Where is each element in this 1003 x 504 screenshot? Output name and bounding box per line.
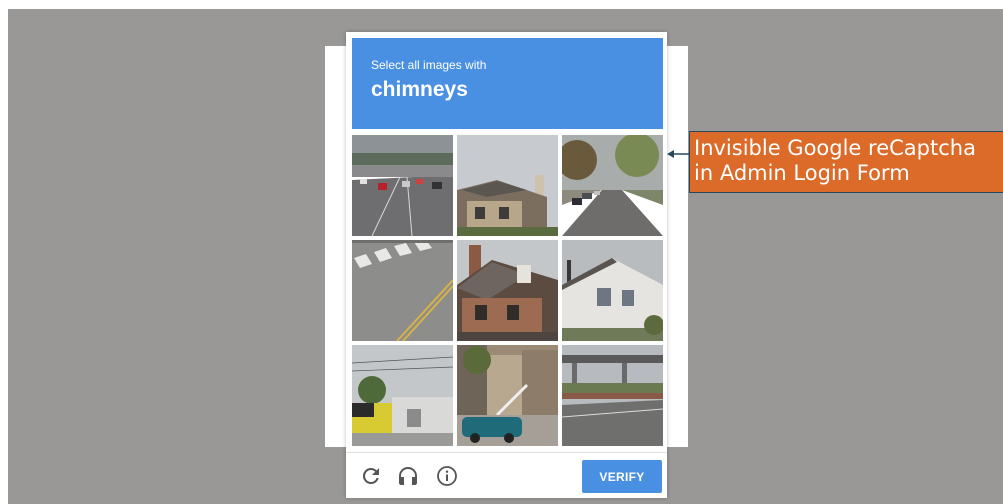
commercial-building-image [352,345,453,446]
reload-icon[interactable] [359,464,383,488]
image-tile-2[interactable] [457,135,558,236]
highway-traffic-image [352,135,453,236]
image-tile-5[interactable] [457,240,558,341]
challenge-target: chimneys [371,78,468,101]
townhouses-car-image [457,345,558,446]
overpass-road-image [562,345,663,446]
verify-button[interactable]: VERIFY [582,460,662,493]
annotation-line-1: Invisible Google reCaptcha [694,136,976,160]
image-tile-7[interactable] [352,345,453,446]
image-tile-3[interactable] [562,135,663,236]
image-tile-4[interactable] [352,240,453,341]
image-tile-8[interactable] [457,345,558,446]
annotation-callout: Invisible Google reCaptcha in Admin Logi… [689,131,1003,193]
challenge-footer: VERIFY [346,452,667,499]
challenge-header: Select all images with chimneys [352,38,663,129]
challenge-prompt: Select all images with [371,58,487,72]
image-tile-1[interactable] [352,135,453,236]
house-siding-image [562,240,663,341]
road-crosswalk-image [352,240,453,341]
info-icon[interactable] [435,464,459,488]
house-chimney-image [457,135,558,236]
image-tile-6[interactable] [562,240,663,341]
image-grid [352,135,663,446]
callout-arrow-icon [667,150,690,158]
headphones-icon[interactable] [396,464,420,488]
residential-street-image [562,135,663,236]
brick-house-chimney-image [457,240,558,341]
recaptcha-challenge: Select all images with chimneys VERIFY [346,32,667,498]
annotation-line-2: in Admin Login Form [694,161,910,185]
image-tile-9[interactable] [562,345,663,446]
